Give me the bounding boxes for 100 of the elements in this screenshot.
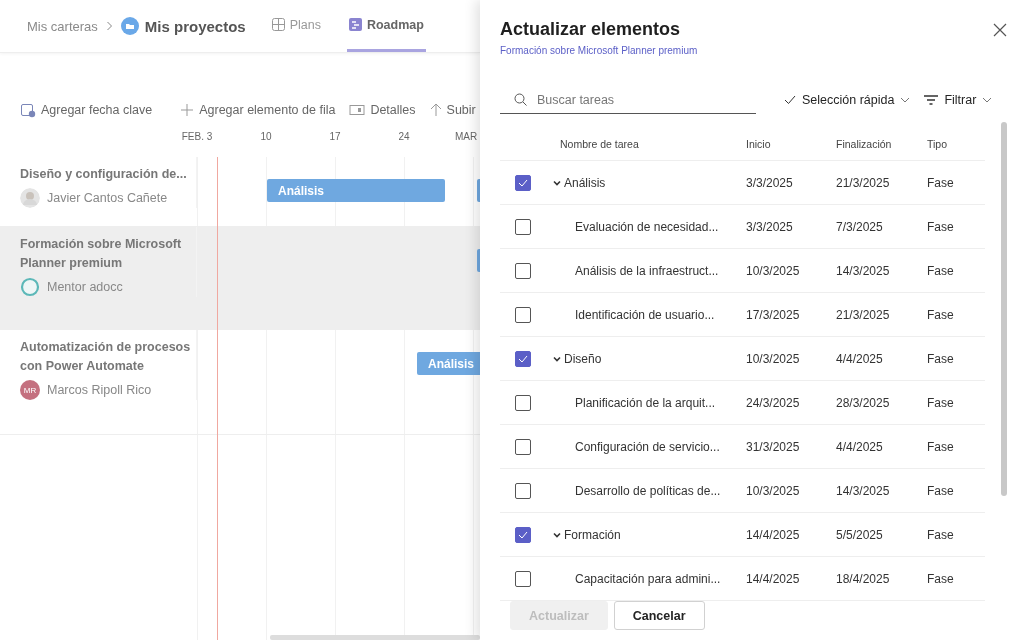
row-title[interactable]: Formación sobre Microsoft Planner premium: [20, 235, 196, 273]
check-icon: [518, 530, 528, 539]
task-type: Fase: [927, 439, 955, 454]
column-header[interactable]: Finalización: [836, 138, 927, 150]
end-date: 21/3/2025: [836, 175, 891, 190]
date-label: MAR: [454, 131, 478, 142]
start-date: 24/3/2025: [746, 395, 801, 410]
checkbox[interactable]: [515, 394, 531, 411]
view-tab[interactable]: Roadmap: [346, 0, 426, 52]
task-type: Fase: [927, 351, 955, 366]
checkbox[interactable]: [515, 482, 531, 499]
task-name: Capacitación para admini...: [575, 571, 721, 586]
start-date: 14/4/2025: [746, 527, 801, 542]
breadcrumb-link[interactable]: Mis carteras: [27, 18, 98, 34]
start-date: 3/3/2025: [746, 175, 794, 190]
roadmap-icon: [348, 18, 362, 31]
progress-ring-icon: [20, 277, 40, 297]
toolbar-button[interactable]: Agregar elemento de fila: [180, 103, 336, 117]
checkbox[interactable]: [515, 526, 531, 543]
vertical-scrollbar[interactable]: [1001, 122, 1007, 496]
end-date: 4/4/2025: [836, 351, 884, 366]
end-date: 28/3/2025: [836, 395, 891, 410]
check-icon: [518, 354, 528, 363]
task-type: Fase: [927, 527, 955, 542]
quick-select-dropdown[interactable]: Selección rápida: [784, 93, 911, 107]
end-date: 7/3/2025: [836, 219, 884, 234]
task-name: Desarrollo de políticas de...: [575, 483, 721, 498]
check-icon: [518, 178, 528, 187]
task-type: Fase: [927, 307, 955, 322]
start-date: 10/3/2025: [746, 351, 801, 366]
checkbox[interactable]: [515, 174, 531, 191]
date-label: 10: [260, 131, 272, 142]
row-title[interactable]: Automatización de procesos con Power Automate: [20, 338, 196, 376]
task-type: Fase: [927, 219, 955, 234]
start-date: 31/3/2025: [746, 439, 801, 454]
task-name: Análisis: [564, 175, 606, 190]
end-date: 18/4/2025: [836, 571, 891, 586]
chevron-right-icon: [105, 21, 113, 31]
details-icon: [349, 104, 366, 116]
filter-dropdown[interactable]: Filtrar: [924, 93, 993, 107]
checkbox[interactable]: [515, 570, 531, 587]
task-name: Planificación de la arquit...: [575, 395, 716, 410]
panel-title: Actualizar elementos: [500, 19, 681, 40]
date-label: 24: [398, 131, 410, 142]
arrow-up-icon: [429, 103, 442, 117]
panel-subtitle: Formación sobre Microsoft Planner premium: [500, 45, 699, 56]
task-name: Formación: [564, 527, 621, 542]
close-icon[interactable]: [993, 23, 1007, 37]
end-date: 14/3/2025: [836, 483, 891, 498]
end-date: 4/4/2025: [836, 439, 884, 454]
task-name: Diseño: [564, 351, 602, 366]
toolbar-button[interactable]: Detalles: [349, 103, 416, 117]
column-header[interactable]: Inicio: [746, 138, 836, 150]
task-type: Fase: [927, 483, 955, 498]
grid-icon: [271, 18, 285, 31]
task-type: Fase: [927, 175, 955, 190]
task-type: Fase: [927, 571, 955, 586]
chevron-down-icon: [982, 97, 993, 103]
column-header[interactable]: Nombre de tarea: [560, 138, 746, 150]
task-name: Análisis de la infraestruct...: [575, 263, 719, 278]
task-name: Configuración de servicio...: [575, 439, 720, 454]
project-title: Mis proyectos: [144, 17, 246, 35]
end-date: 14/3/2025: [836, 263, 891, 278]
checkbox[interactable]: [515, 262, 531, 279]
start-date: 14/4/2025: [746, 571, 801, 586]
owner-name: Javier Cantos Cañete: [47, 191, 168, 205]
toolbar-button[interactable]: Subir: [429, 103, 476, 117]
task-name: Identificación de usuario...: [575, 307, 715, 322]
owner-name: Marcos Ripoll Rico: [47, 383, 152, 397]
start-date: 17/3/2025: [746, 307, 801, 322]
checkbox[interactable]: [515, 438, 531, 455]
check-icon: [784, 95, 796, 105]
cancel-button[interactable]: Cancelar: [613, 601, 705, 630]
column-header[interactable]: Tipo: [927, 138, 985, 150]
start-date: 10/3/2025: [746, 263, 801, 278]
search-icon: [514, 93, 527, 106]
calendar-add-icon: [20, 102, 36, 118]
search-field[interactable]: Buscar tareas: [535, 91, 739, 108]
task-type: Fase: [927, 395, 955, 410]
plus-icon: [180, 103, 195, 117]
horizontal-scrollbar[interactable]: [270, 635, 480, 640]
start-date: 10/3/2025: [746, 483, 801, 498]
checkbox[interactable]: [515, 306, 531, 323]
date-label: FEB. 3: [181, 131, 213, 142]
roadmap-row[interactable]: Formación sobre Microsoft Planner premium Mentor adocc: [0, 227, 480, 330]
task-type: Fase: [927, 263, 955, 278]
chevron-down-icon: [900, 97, 911, 103]
filter-icon: [924, 95, 939, 105]
checkbox[interactable]: [515, 218, 531, 235]
toolbar-button[interactable]: Agregar fecha clave: [20, 102, 153, 118]
start-date: 3/3/2025: [746, 219, 794, 234]
avatar-initials: MR: [20, 380, 40, 400]
row-title[interactable]: Diseño y configuración de...: [20, 165, 196, 184]
task-name: Evaluación de necesidad...: [575, 219, 719, 234]
owner-name: Mentor adocc: [47, 280, 123, 294]
end-date: 5/5/2025: [836, 527, 884, 542]
date-label: 17: [329, 131, 341, 142]
checkbox[interactable]: [515, 350, 531, 367]
avatar-icon: [20, 188, 40, 208]
folder-icon: [120, 17, 139, 35]
